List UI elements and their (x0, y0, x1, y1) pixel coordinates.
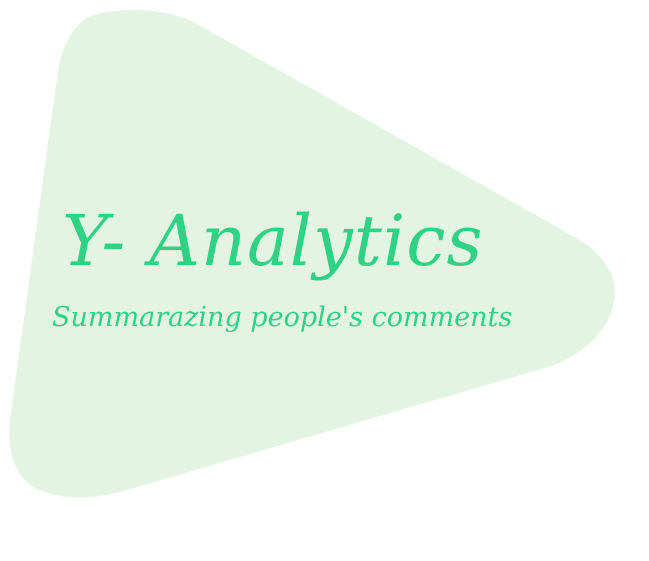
hero-banner: Y- Analytics Summarazing people's commen… (0, 0, 649, 561)
app-tagline: Summarazing people's comments (52, 302, 513, 333)
app-title: Y- Analytics (62, 200, 484, 282)
